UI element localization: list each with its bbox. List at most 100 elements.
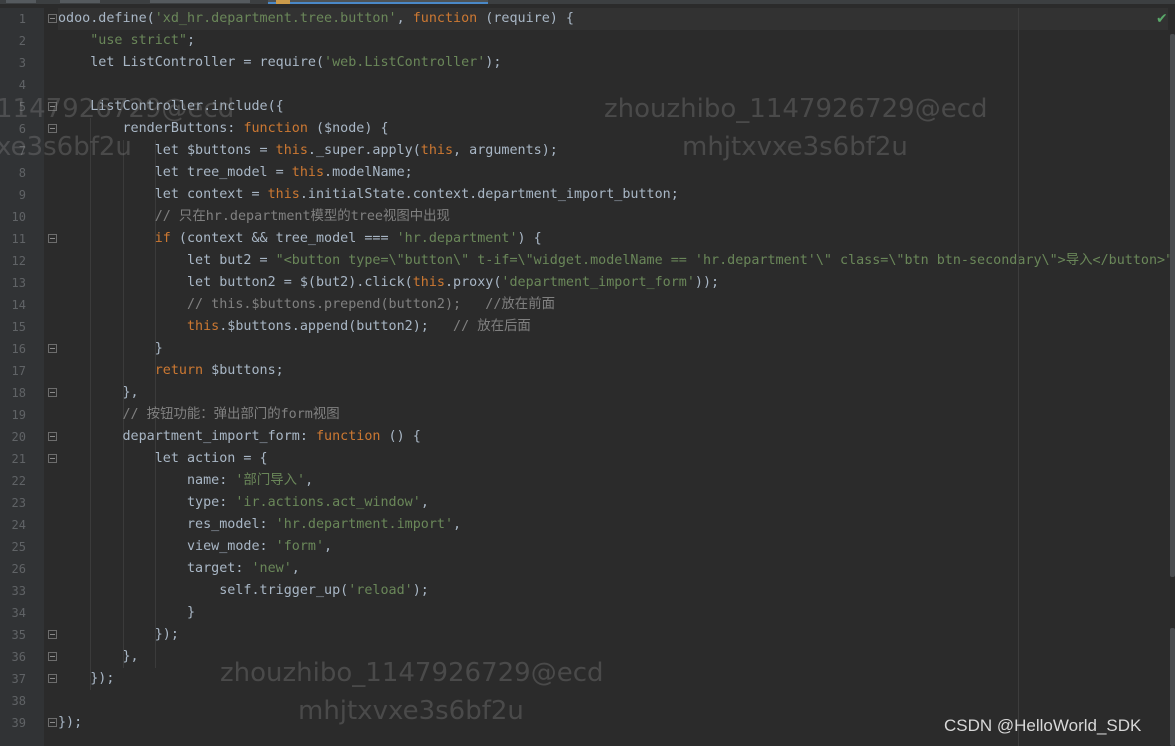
code-token: view_mode:: [58, 539, 276, 554]
code-token: ._super.apply(: [307, 143, 421, 158]
code-token: 'new': [251, 561, 292, 576]
code-token: res_model:: [58, 517, 276, 532]
fold-toggle-icon[interactable]: [48, 652, 57, 661]
scrollbar-marker: [1170, 628, 1175, 746]
fold-toggle-icon[interactable]: [48, 124, 57, 133]
editor-tab-bar: [0, 0, 1175, 4]
line-number: 36: [11, 650, 26, 664]
code-token: this: [291, 165, 325, 180]
code-line[interactable]: });: [58, 712, 82, 734]
code-token: 'xd_hr.department.tree.button': [154, 11, 397, 26]
line-number: 15: [11, 320, 26, 334]
fold-toggle-icon[interactable]: [48, 234, 57, 243]
code-line[interactable]: let button2 = $(but2).click(this.proxy('…: [58, 272, 719, 294]
code-token: .modelName;: [324, 165, 413, 180]
line-number: 38: [11, 694, 26, 708]
line-number: 18: [11, 386, 26, 400]
line-number: 1: [18, 12, 26, 26]
fold-toggle-icon[interactable]: [48, 674, 57, 683]
code-line[interactable]: return $buttons;: [58, 360, 284, 382]
editor-tab-active[interactable]: [268, 0, 488, 4]
code-token: () {: [380, 429, 421, 444]
code-editor[interactable]: odoo.define('xd_hr.department.tree.butto…: [58, 8, 1175, 746]
code-line[interactable]: }: [58, 338, 163, 360]
fold-toggle-icon[interactable]: [48, 454, 57, 463]
code-line[interactable]: if (context && tree_model === 'hr.depart…: [58, 228, 542, 250]
code-line[interactable]: }: [58, 602, 195, 624]
scrollbar-thumb[interactable]: [1170, 34, 1175, 577]
code-line[interactable]: res_model: 'hr.department.import',: [58, 514, 461, 536]
code-line[interactable]: department_import_form: function () {: [58, 426, 421, 448]
code-line[interactable]: let action = {: [58, 448, 268, 470]
code-token: ;: [187, 33, 196, 48]
line-number: 22: [11, 474, 26, 488]
code-line[interactable]: renderButtons: function ($node) {: [58, 118, 389, 140]
code-line[interactable]: },: [58, 382, 139, 404]
line-number: 16: [11, 342, 26, 356]
check-icon[interactable]: ✔: [1156, 12, 1170, 26]
editor-tab[interactable]: [60, 0, 100, 3]
code-line[interactable]: // this.$buttons.prepend(button2); //放在前…: [58, 294, 555, 316]
code-line[interactable]: // 按钮功能：弹出部门的form视图: [58, 404, 340, 426]
code-line[interactable]: self.trigger_up('reload');: [58, 580, 429, 602]
code-line[interactable]: let tree_model = this.modelName;: [58, 162, 413, 184]
code-token: },: [58, 385, 139, 400]
code-line[interactable]: "use strict";: [58, 30, 195, 52]
code-line[interactable]: this.$buttons.append(button2); // 放在后面: [58, 316, 531, 338]
code-line[interactable]: let context = this.initialState.context.…: [58, 184, 679, 206]
code-line[interactable]: let but2 = "<button type=\"button\" t-if…: [58, 250, 1175, 272]
code-line[interactable]: view_mode: 'form',: [58, 536, 332, 558]
fold-toggle-icon[interactable]: [48, 102, 57, 111]
code-token: this: [267, 187, 300, 202]
code-token: });: [58, 627, 179, 642]
code-token: let ListController = require(: [58, 55, 325, 70]
line-number: 39: [11, 716, 26, 730]
fold-toggle-icon[interactable]: [48, 630, 57, 639]
line-number: 35: [11, 628, 26, 642]
fold-toggle-icon[interactable]: [48, 14, 57, 23]
code-token: (require) {: [477, 11, 574, 26]
code-token: target:: [58, 561, 252, 576]
editor-tab[interactable]: [6, 0, 36, 3]
code-line[interactable]: name: '部门导入',: [58, 470, 313, 492]
line-number: 34: [11, 606, 26, 620]
code-token: // this.$buttons.prepend(button2); //放在前…: [187, 297, 555, 312]
code-token: ,: [324, 539, 333, 554]
line-number: 17: [11, 364, 26, 378]
editor-tab[interactable]: [150, 0, 250, 3]
code-line[interactable]: target: 'new',: [58, 558, 300, 580]
code-line[interactable]: let $buttons = this._super.apply(this, a…: [58, 140, 558, 162]
code-token: );: [412, 583, 429, 598]
code-token: });: [58, 715, 83, 730]
code-token: ($node) {: [307, 121, 389, 136]
code-line[interactable]: type: 'ir.actions.act_window',: [58, 492, 429, 514]
line-number: 14: [11, 298, 26, 312]
code-token: }: [58, 341, 163, 356]
fold-toggle-icon[interactable]: [48, 718, 57, 727]
code-line[interactable]: ListController.include({: [58, 96, 284, 118]
code-line[interactable]: },: [58, 646, 138, 668]
line-number: 12: [11, 254, 26, 268]
code-token: ,: [291, 561, 300, 576]
code-line[interactable]: });: [58, 668, 114, 690]
code-token: ,: [305, 473, 314, 488]
code-token: 'hr.department': [396, 231, 518, 246]
code-token: "<button type=\"button\" t-if=\"widget.m…: [275, 253, 1174, 268]
code-line[interactable]: });: [58, 624, 179, 646]
code-line[interactable]: odoo.define('xd_hr.department.tree.butto…: [58, 8, 1168, 30]
code-line[interactable]: // 只在hr.department模型的tree视图中出现: [58, 206, 450, 228]
code-token: // 按钮功能：弹出部门的form视图: [122, 407, 340, 422]
line-number: 24: [11, 518, 26, 532]
fold-toggle-icon[interactable]: [48, 388, 57, 397]
fold-toggle-icon[interactable]: [48, 344, 57, 353]
js-file-icon: [276, 0, 290, 4]
code-token: 'web.ListController': [324, 55, 486, 70]
code-token: '部门导入': [235, 473, 306, 488]
fold-toggle-icon[interactable]: [48, 432, 57, 441]
code-token: if: [154, 231, 171, 246]
code-line[interactable]: let ListController = require('web.ListCo…: [58, 52, 501, 74]
code-token: function: [412, 11, 478, 26]
